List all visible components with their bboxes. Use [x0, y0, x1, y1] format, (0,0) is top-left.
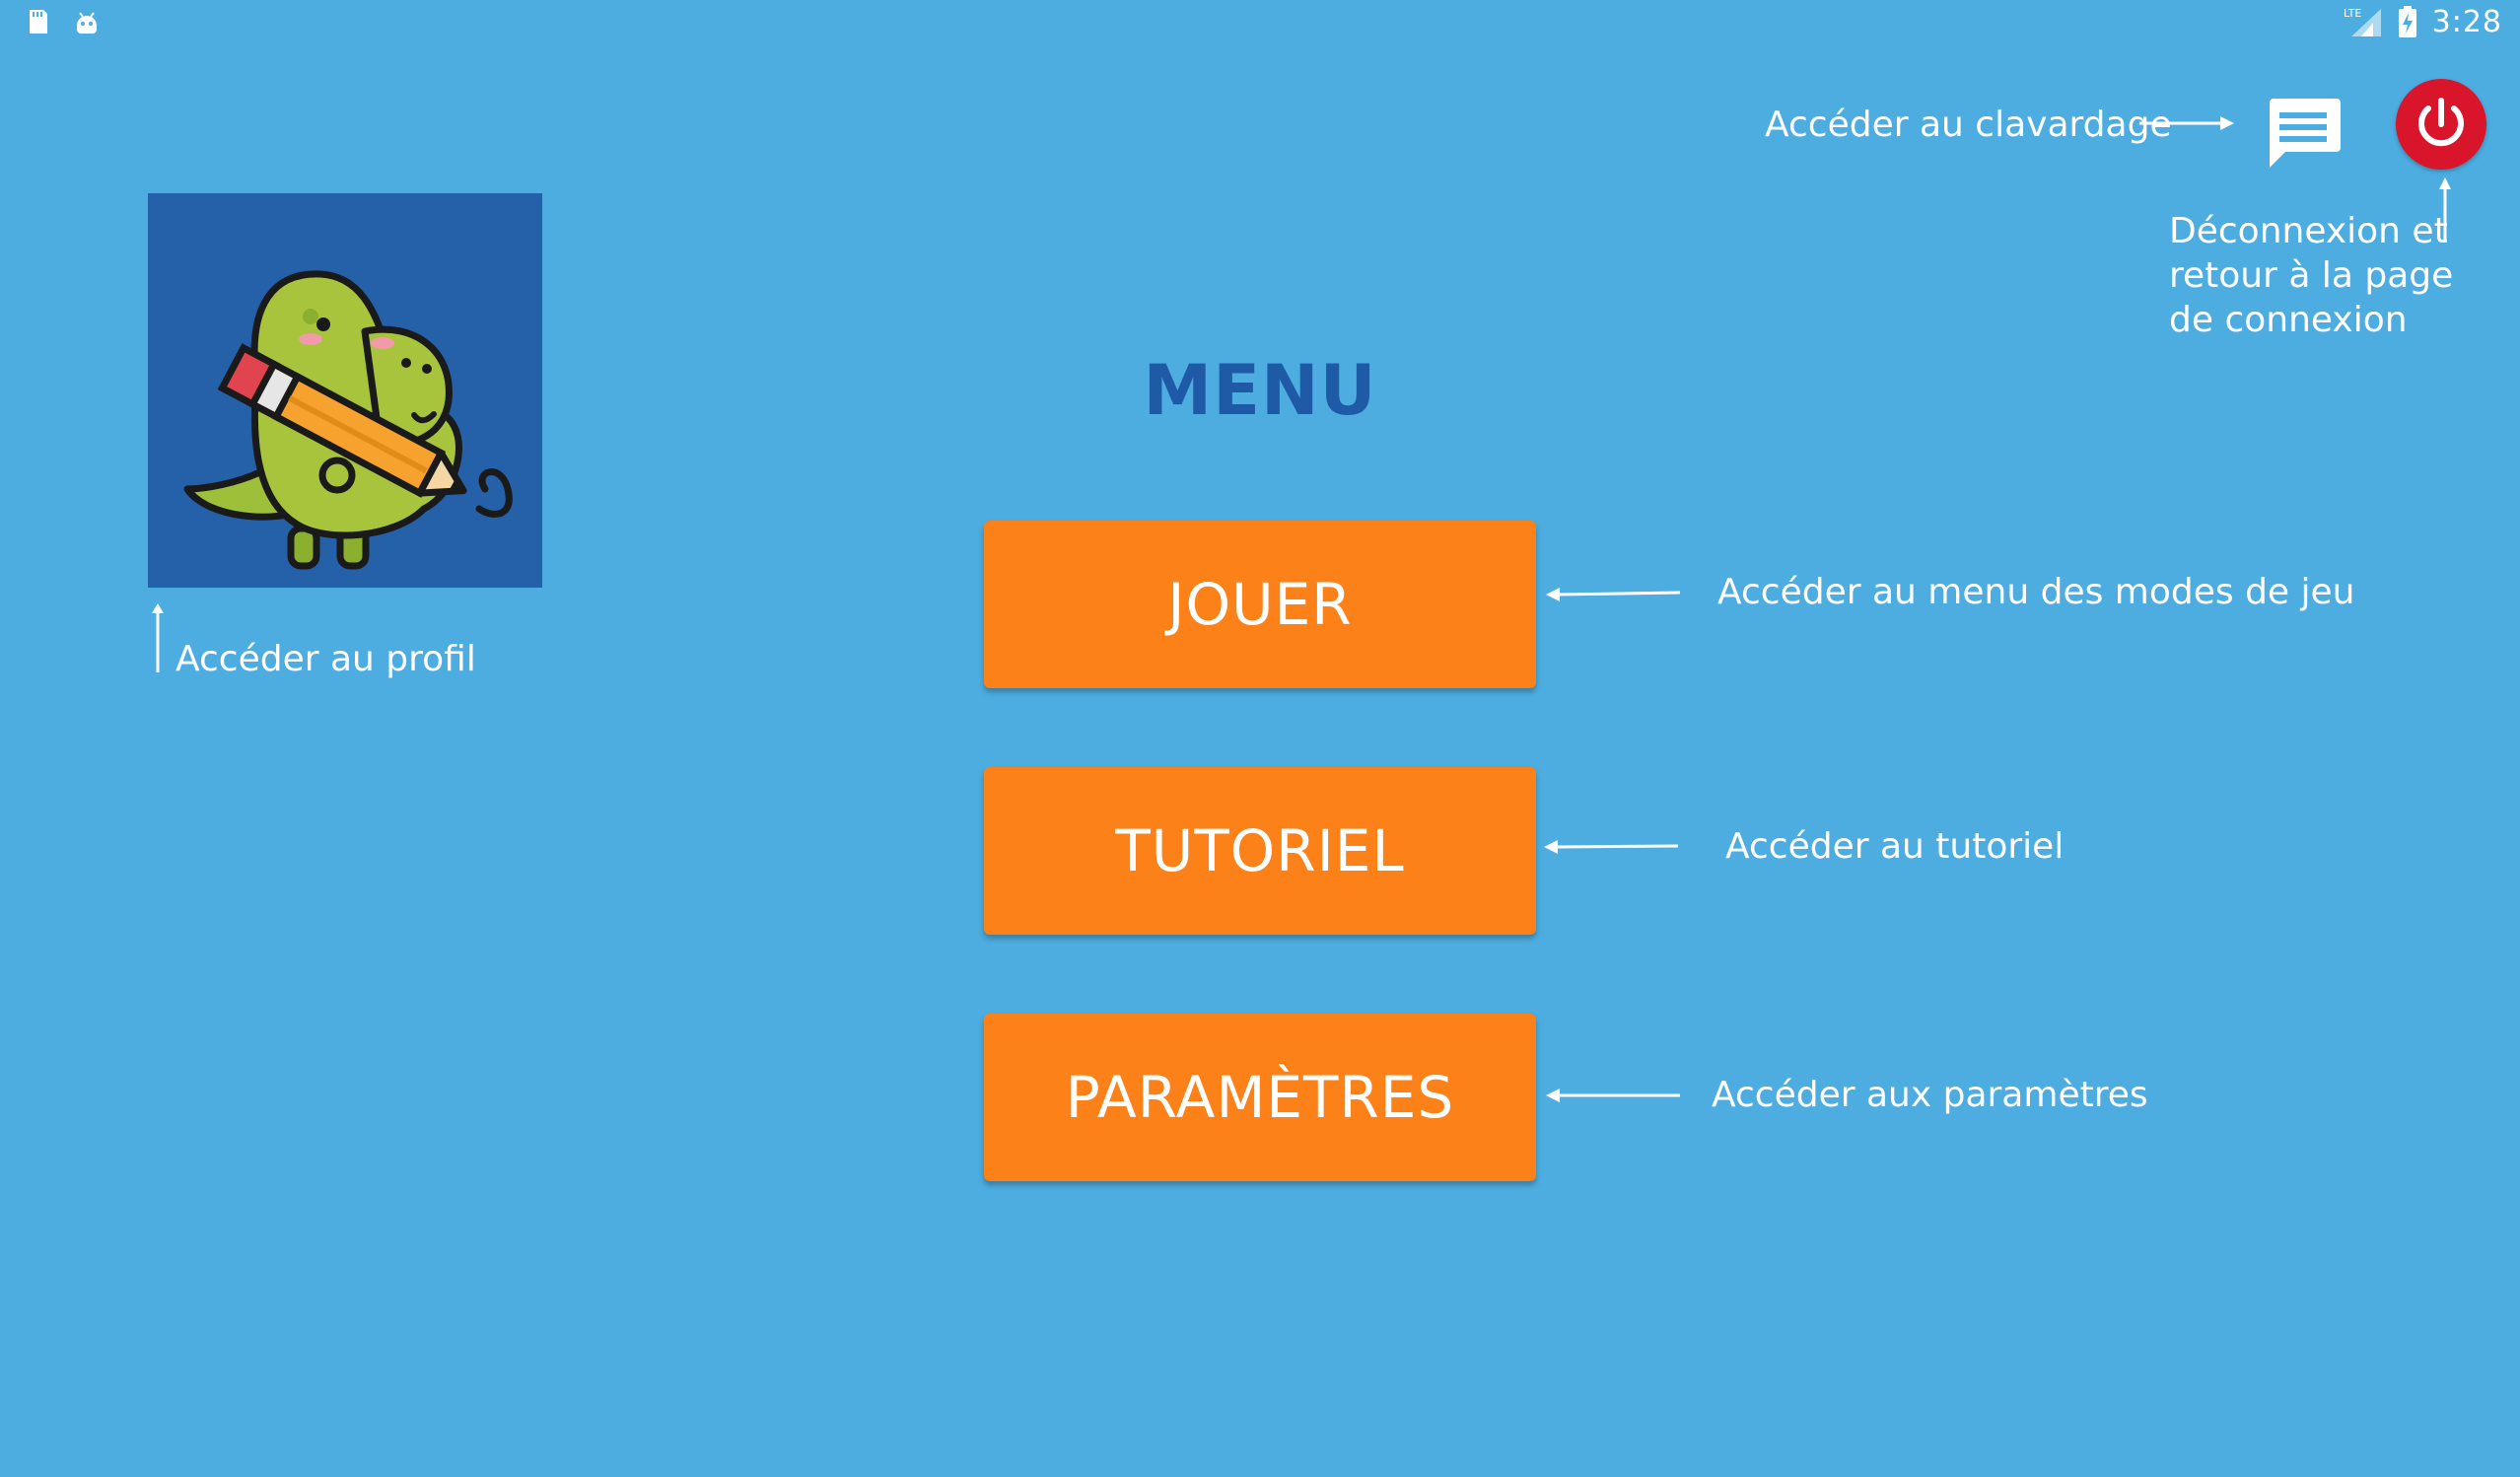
logout-annotation: Déconnexion et retour à la page de conne… — [2169, 211, 2454, 340]
network-type-label: LTE — [2344, 7, 2361, 20]
tutorial-arrow — [1544, 840, 1679, 854]
signal-icon: LTE — [2344, 7, 2381, 36]
logout-button[interactable] — [2396, 79, 2486, 170]
page-title: MENU — [1143, 350, 1377, 431]
chat-icon — [2270, 99, 2341, 168]
chat-annotation: Accéder au clavardage — [1765, 105, 2172, 145]
profile-arrow — [152, 603, 164, 672]
profile-annotation: Accéder au profil — [175, 639, 476, 679]
settings-arrow — [1546, 1089, 1680, 1102]
status-time: 3:28 — [2431, 4, 2502, 39]
play-arrow — [1546, 588, 1681, 601]
android-debug-icon — [77, 12, 97, 34]
power-icon — [2418, 98, 2464, 147]
sd-card-icon — [30, 10, 47, 34]
play-annotation: Accéder au menu des modes de jeu — [1717, 572, 2355, 612]
chat-arrow — [2139, 116, 2234, 130]
dinosaur-with-pencil-icon — [183, 270, 513, 570]
settings-annotation: Accéder aux paramètres — [1712, 1075, 2148, 1115]
tutorial-annotation: Accéder au tutoriel — [1725, 826, 2065, 867]
chat-button[interactable] — [2264, 95, 2343, 174]
play-button[interactable]: JOUER — [984, 521, 1536, 688]
main-menu-screen: LTE 3:28 Accéder au profil MENU JOUER TU… — [0, 0, 2520, 1477]
settings-button[interactable]: PARAMÈTRES — [984, 1014, 1536, 1181]
profile-avatar-button[interactable] — [148, 193, 542, 588]
status-right-group: LTE 3:28 — [2344, 2, 2502, 41]
tutorial-button[interactable]: TUTORIEL — [984, 767, 1536, 935]
battery-charging-icon — [2398, 6, 2416, 37]
status-bar: LTE 3:28 — [0, 0, 2520, 43]
